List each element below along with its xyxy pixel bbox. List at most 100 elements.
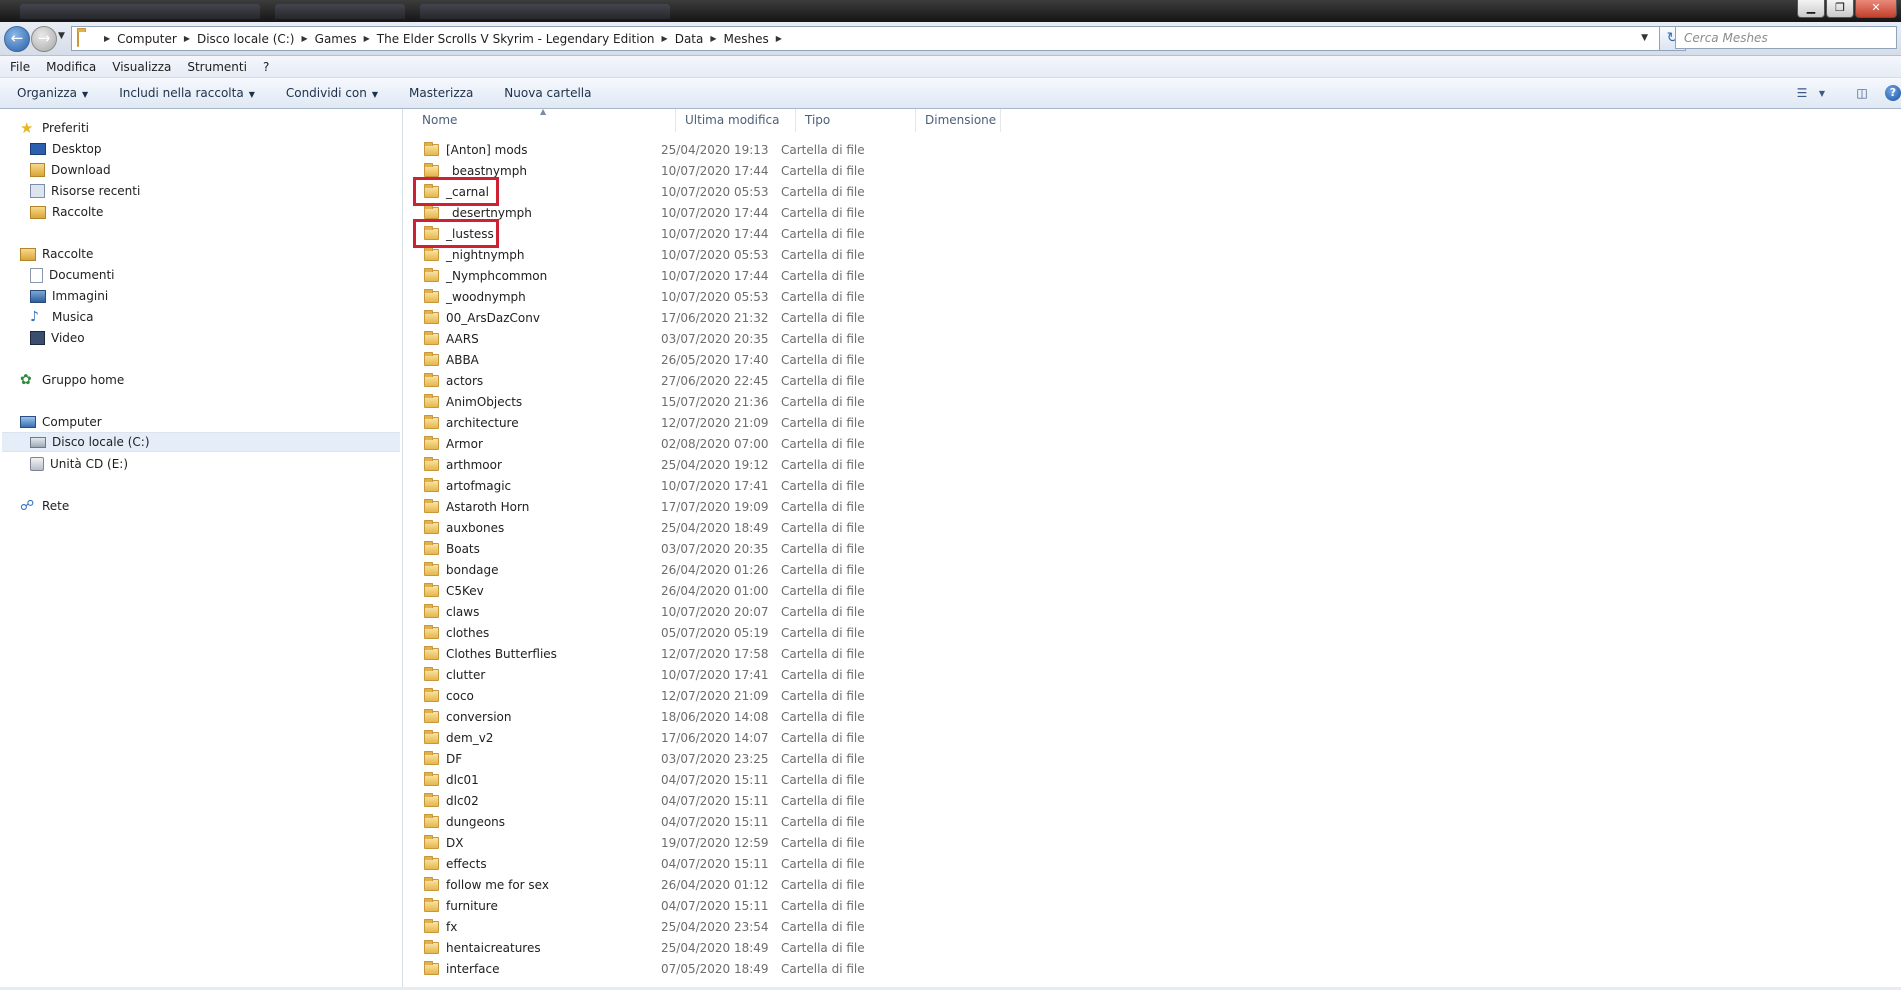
- file-name-cell[interactable]: ABBA: [403, 351, 659, 367]
- file-row[interactable]: architecture 12/07/2020 21:09 Cartella di …: [403, 412, 1901, 433]
- file-name-cell[interactable]: artofmagic: [403, 477, 659, 493]
- nav-download[interactable]: Download: [30, 160, 111, 180]
- nav-raccolte-preferiti[interactable]: Raccolte: [30, 202, 103, 222]
- file-row[interactable]: dlc02 04/07/2020 15:11 Cartella di file: [403, 790, 1901, 811]
- search-input[interactable]: Cerca Meshes: [1675, 26, 1897, 49]
- file-name-cell[interactable]: claws: [403, 603, 659, 619]
- file-name-cell[interactable]: hentaicreatures: [403, 939, 659, 955]
- file-name-cell[interactable]: _beastnymph: [403, 162, 659, 178]
- preview-pane-icon[interactable]: ◫: [1849, 83, 1875, 103]
- file-row[interactable]: furniture 04/07/2020 15:11 Cartella di fil…: [403, 895, 1901, 916]
- file-row[interactable]: 00_ArsDazConv 17/06/2020 21:32 Cartella di…: [403, 307, 1901, 328]
- file-row[interactable]: DF 03/07/2020 23:25 Cartella di file: [403, 748, 1901, 769]
- file-name-cell[interactable]: DF: [403, 750, 659, 766]
- chevron-down-icon[interactable]: ▼: [1815, 83, 1829, 103]
- file-row[interactable]: Boats 03/07/2020 20:35 Cartella di file: [403, 538, 1901, 559]
- file-name-cell[interactable]: furniture: [403, 897, 659, 913]
- file-row[interactable]: _lustess 10/07/2020 17:44 Cartella di file: [403, 223, 1901, 244]
- file-name-cell[interactable]: _Nymphcommon: [403, 267, 659, 283]
- file-row[interactable]: Astaroth Horn 17/07/2020 19:09 Cartella di…: [403, 496, 1901, 517]
- address-field[interactable]: ▶ Computer ▶ Disco locale (C:) ▶ Games ▶…: [71, 26, 1673, 51]
- file-row[interactable]: artofmagic 10/07/2020 17:41 Cartella di fi…: [403, 475, 1901, 496]
- file-row[interactable]: _desertnymph 10/07/2020 17:44 Cartella di …: [403, 202, 1901, 223]
- nav-gruppo-home[interactable]: ✿ Gruppo home: [20, 370, 124, 390]
- file-row[interactable]: claws 10/07/2020 20:07 Cartella di file: [403, 601, 1901, 622]
- chevron-right-icon[interactable]: ▶: [360, 34, 374, 43]
- file-name-cell[interactable]: _woodnymph: [403, 288, 659, 304]
- back-button[interactable]: ←: [4, 26, 30, 52]
- nav-computer[interactable]: Computer: [20, 412, 102, 432]
- file-name-cell[interactable]: _desertnymph: [403, 204, 659, 220]
- file-row[interactable]: Clothes Butterflies 12/07/2020 17:58 Carte…: [403, 643, 1901, 664]
- file-name-cell[interactable]: DX: [403, 834, 659, 850]
- chevron-right-icon[interactable]: ▶: [658, 34, 672, 43]
- file-name-cell[interactable]: Clothes Butterflies: [403, 645, 659, 661]
- file-name-cell[interactable]: actors: [403, 372, 659, 388]
- breadcrumb-disco-locale[interactable]: Disco locale (C:): [194, 32, 298, 46]
- nav-video[interactable]: Video: [30, 328, 85, 348]
- file-name-cell[interactable]: clutter: [403, 666, 659, 682]
- view-options-icon[interactable]: ☰: [1789, 83, 1815, 103]
- file-name-cell[interactable]: arthmoor: [403, 456, 659, 472]
- column-header-name[interactable]: Nome: [413, 109, 676, 132]
- breadcrumb-meshes[interactable]: Meshes: [721, 32, 772, 46]
- chevron-right-icon[interactable]: ▶: [180, 34, 194, 43]
- history-dropdown-icon[interactable]: ▼: [58, 31, 65, 41]
- file-row[interactable]: _beastnymph 10/07/2020 17:44 Cartella di f…: [403, 160, 1901, 181]
- file-name-cell[interactable]: C5Kev: [403, 582, 659, 598]
- chevron-right-icon[interactable]: ▶: [100, 34, 114, 43]
- forward-button[interactable]: →: [31, 26, 57, 52]
- file-row[interactable]: effects 04/07/2020 15:11 Cartella di file: [403, 853, 1901, 874]
- file-name-cell[interactable]: [Anton] mods: [403, 141, 659, 157]
- menu-visualizza[interactable]: Visualizza: [104, 60, 179, 74]
- file-row[interactable]: _woodnymph 10/07/2020 05:53 Cartella di fi…: [403, 286, 1901, 307]
- menu-modifica[interactable]: Modifica: [38, 60, 104, 74]
- chevron-right-icon[interactable]: ▶: [298, 34, 312, 43]
- address-dropdown-icon[interactable]: ▼: [1641, 33, 1648, 43]
- masterizza-button[interactable]: Masterizza: [392, 86, 487, 100]
- file-name-cell[interactable]: AnimObjects: [403, 393, 659, 409]
- breadcrumb-data[interactable]: Data: [672, 32, 707, 46]
- column-header-size[interactable]: Dimensione: [916, 109, 1001, 132]
- file-name-cell[interactable]: clothes: [403, 624, 659, 640]
- help-icon[interactable]: ?: [1885, 85, 1901, 101]
- file-row[interactable]: clothes 05/07/2020 05:19 Cartella di file: [403, 622, 1901, 643]
- file-name-cell[interactable]: Boats: [403, 540, 659, 556]
- file-row[interactable]: AnimObjects 15/07/2020 21:36 Cartella di f…: [403, 391, 1901, 412]
- file-row[interactable]: actors 27/06/2020 22:45 Cartella di file: [403, 370, 1901, 391]
- file-name-cell[interactable]: follow me for sex: [403, 876, 659, 892]
- file-row[interactable]: [Anton] mods 25/04/2020 19:13 Cartella di …: [403, 139, 1901, 160]
- nav-rete[interactable]: ☍ Rete: [20, 496, 69, 516]
- file-row[interactable]: DX 19/07/2020 12:59 Cartella di file: [403, 832, 1901, 853]
- file-name-cell[interactable]: AARS: [403, 330, 659, 346]
- menu-help[interactable]: ?: [255, 60, 277, 74]
- file-name-cell[interactable]: dem_v2: [403, 729, 659, 745]
- file-row[interactable]: AARS 03/07/2020 20:35 Cartella di file: [403, 328, 1901, 349]
- file-name-cell[interactable]: auxbones: [403, 519, 659, 535]
- breadcrumb-games[interactable]: Games: [312, 32, 360, 46]
- file-name-cell[interactable]: dungeons: [403, 813, 659, 829]
- file-row[interactable]: dem_v2 17/06/2020 14:07 Cartella di file: [403, 727, 1901, 748]
- close-button[interactable]: ✕: [1855, 0, 1897, 18]
- organizza-button[interactable]: Organizza ▼: [0, 86, 102, 100]
- file-name-cell[interactable]: Astaroth Horn: [403, 498, 659, 514]
- file-name-cell[interactable]: _nightnymph: [403, 246, 659, 262]
- breadcrumb-skyrim[interactable]: The Elder Scrolls V Skyrim - Legendary E…: [374, 32, 658, 46]
- file-row[interactable]: conversion 18/06/2020 14:08 Cartella di fi…: [403, 706, 1901, 727]
- nav-musica[interactable]: ♪ Musica: [30, 307, 94, 327]
- menu-strumenti[interactable]: Strumenti: [179, 60, 255, 74]
- column-header-modified[interactable]: Ultima modifica: [676, 109, 796, 132]
- file-row[interactable]: ABBA 26/05/2020 17:40 Cartella di file: [403, 349, 1901, 370]
- nav-disco-locale[interactable]: Disco locale (C:): [2, 432, 400, 452]
- file-name-cell[interactable]: _carnal: [403, 183, 659, 199]
- file-name-cell[interactable]: fx: [403, 918, 659, 934]
- file-row[interactable]: _Nymphcommon 10/07/2020 17:44 Cartella di …: [403, 265, 1901, 286]
- nav-unita-cd[interactable]: Unità CD (E:): [30, 454, 128, 474]
- file-row[interactable]: coco 12/07/2020 21:09 Cartella di file: [403, 685, 1901, 706]
- file-name-cell[interactable]: 00_ArsDazConv: [403, 309, 659, 325]
- chevron-right-icon[interactable]: ▶: [706, 34, 720, 43]
- file-row[interactable]: clutter 10/07/2020 17:41 Cartella di file: [403, 664, 1901, 685]
- file-row[interactable]: auxbones 25/04/2020 18:49 Cartella di file: [403, 517, 1901, 538]
- file-row[interactable]: fx 25/04/2020 23:54 Cartella di file: [403, 916, 1901, 937]
- file-name-cell[interactable]: Armor: [403, 435, 659, 451]
